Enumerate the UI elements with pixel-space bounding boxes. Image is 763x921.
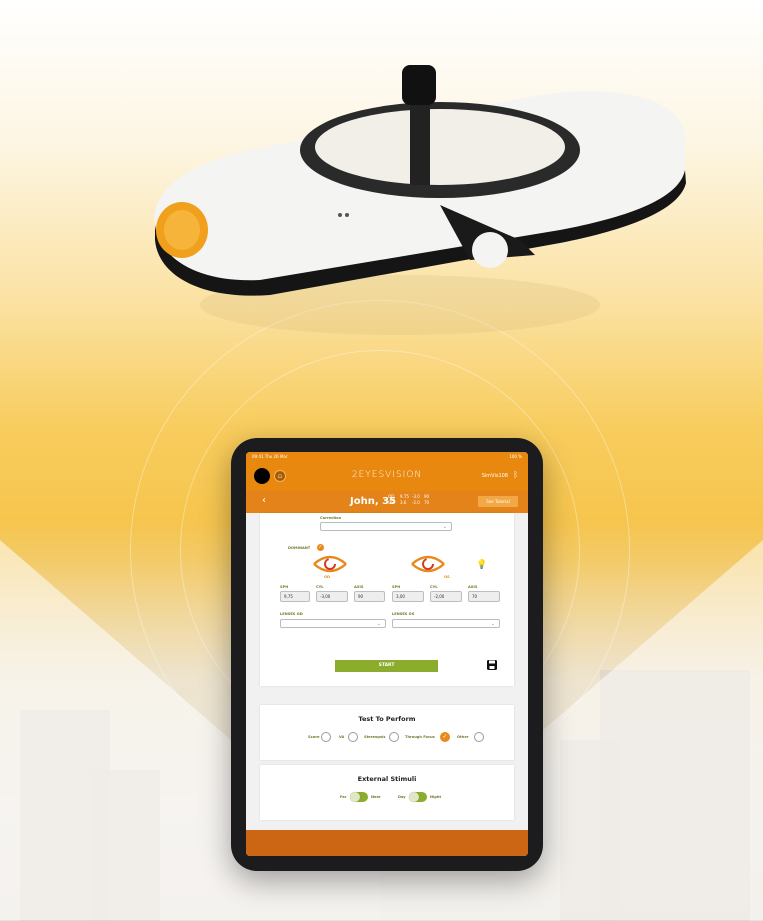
external-stimuli-title: External Stimuli [357, 775, 417, 783]
day-label: Day [398, 795, 406, 799]
option-stereopsis-radio[interactable] [389, 732, 399, 742]
os-axis-field[interactable]: 70 [468, 591, 500, 602]
od-axis-label: AXIS [354, 585, 364, 589]
option-other-radio[interactable] [474, 732, 484, 742]
option-through-focus-label: Through Focus [405, 735, 435, 739]
os-label: OS [444, 575, 450, 579]
lenses-os-label: LENSES OS [392, 612, 415, 616]
near-label: Near [371, 795, 381, 799]
eye-od-icon[interactable] [312, 552, 348, 576]
lightbulb-icon[interactable]: 💡 [476, 560, 487, 570]
patient-bar: ‹ John, 35 OD 9.75 -3.0 90 OS 3.6 -2.0 70 See … [246, 491, 528, 513]
night-label: Night [430, 795, 442, 799]
far-label: Far [340, 795, 347, 799]
option-va-label: VA [339, 735, 345, 739]
chevron-down-icon: ⌄ [442, 524, 447, 530]
lenses-od-select[interactable]: ⌄ [280, 619, 386, 628]
chevron-down-icon: ⌄ [490, 621, 495, 627]
os-axis-label: AXIS [468, 585, 478, 589]
bottom-bar [246, 830, 528, 856]
chevron-down-icon: ⌄ [376, 621, 381, 627]
option-other-label: Other [457, 735, 469, 739]
app-header: ⌂ 2EYESVISION SimVis108 ᛒ [246, 461, 528, 491]
os-cyl-field[interactable]: -2,00 [430, 591, 462, 602]
od-sph-field[interactable]: 9,75 [280, 591, 310, 602]
status-time: 09:41 [252, 454, 264, 459]
od-sph-label: SPH [280, 585, 289, 589]
test-to-perform-title: Test To Perform [358, 715, 416, 723]
dominant-check-icon[interactable]: ✓ [317, 544, 324, 551]
correction-label: Correction [320, 516, 342, 520]
od-label: OD [324, 575, 331, 579]
tablet-screen: 09:41 Thu 26 Mar 100 % ⌂ 2EYESVISION Sim… [246, 452, 528, 856]
simvis-device-image [154, 65, 686, 335]
od-cyl-label: CYL [316, 585, 324, 589]
test-to-perform-card: Test To Perform Score VA Stereopsis Thro… [260, 705, 514, 760]
option-score-radio[interactable] [321, 732, 331, 742]
lenses-od-label: LENSES OD [280, 612, 303, 616]
start-button[interactable]: START [335, 660, 438, 672]
lenses-os-select[interactable]: ⌄ [392, 619, 500, 628]
prescription-summary: OD 9.75 -3.0 90 OS 3.6 -2.0 70 [388, 494, 430, 505]
see-tutorial-button[interactable]: See Tutorial [478, 496, 518, 507]
back-icon[interactable]: ‹ [262, 495, 266, 506]
option-stereopsis-label: Stereopsis [364, 735, 386, 739]
os-sph-field[interactable]: 3,00 [392, 591, 424, 602]
dominant-label: DOMINANT [288, 546, 311, 550]
status-bar: 09:41 Thu 26 Mar 100 % [246, 452, 528, 461]
device-name: SimVis108 [481, 473, 508, 479]
save-icon[interactable] [486, 659, 498, 671]
option-score-label: Score [308, 735, 320, 739]
eye-os-icon[interactable] [410, 552, 446, 576]
bluetooth-icon[interactable]: ᛒ [513, 470, 518, 480]
option-through-focus-radio[interactable]: ✓ [440, 732, 450, 742]
external-stimuli-card: External Stimuli Far Near Day Night [260, 765, 514, 820]
os-cyl-label: CYL [430, 585, 438, 589]
battery-status: 100 % [509, 454, 522, 459]
day-night-toggle[interactable] [409, 792, 427, 802]
far-near-toggle[interactable] [350, 792, 368, 802]
os-sph-label: SPH [392, 585, 401, 589]
option-va-radio[interactable] [348, 732, 358, 742]
correction-select[interactable]: ⌄ [320, 522, 452, 531]
od-axis-field[interactable]: 90 [354, 591, 385, 602]
prescription-card: Correction ⌄ DOMINANT ✓ OD OS 💡 SPH CYL … [260, 513, 514, 686]
status-date: Thu 26 Mar [264, 454, 288, 459]
od-cyl-field[interactable]: -3,00 [316, 591, 348, 602]
